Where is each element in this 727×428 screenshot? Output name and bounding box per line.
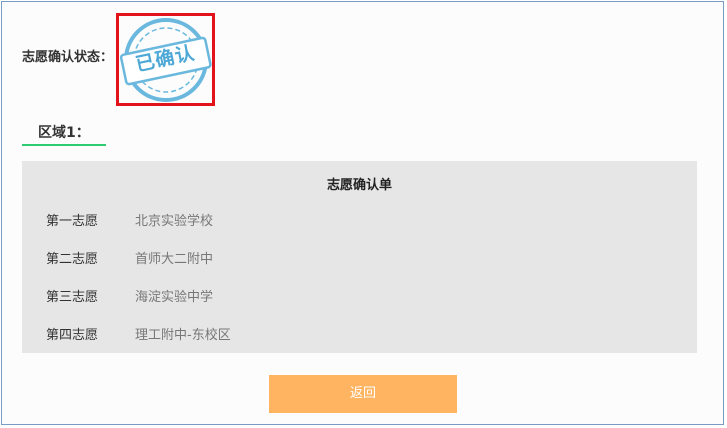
choice-label: 第四志愿	[46, 328, 99, 343]
back-button[interactable]: 返回	[269, 375, 457, 413]
choice-row-2: 第二志愿 首师大二附中	[22, 248, 697, 268]
page-frame: 志愿确认状态： 已确认 区域1： 志愿确认单 第一志愿 北京实验学校 第二志愿 …	[1, 1, 724, 425]
confirm-status-label: 志愿确认状态：	[22, 50, 114, 65]
choice-row-3: 第三志愿 海淀实验中学	[22, 286, 697, 306]
form-title: 志愿确认单	[326, 178, 392, 193]
choice-school: 海淀实验中学	[135, 290, 214, 305]
confirmed-stamp-highlight: 已确认	[116, 13, 215, 106]
choice-school: 理工附中-东校区	[135, 328, 231, 343]
choice-label: 第一志愿	[46, 214, 99, 229]
choice-school: 北京实验学校	[135, 214, 214, 229]
region-title: 区域1：	[38, 125, 90, 141]
choice-school: 首师大二附中	[135, 252, 214, 267]
choice-row-4: 第四志愿 理工附中-东校区	[22, 324, 697, 344]
choice-row-1: 第一志愿 北京实验学校	[22, 210, 697, 230]
choice-label: 第三志愿	[46, 290, 99, 305]
choice-label: 第二志愿	[46, 252, 99, 267]
region-underline	[22, 144, 106, 146]
confirmation-form-panel: 志愿确认单 第一志愿 北京实验学校 第二志愿 首师大二附中 第三志愿 海淀实验中…	[22, 161, 697, 353]
